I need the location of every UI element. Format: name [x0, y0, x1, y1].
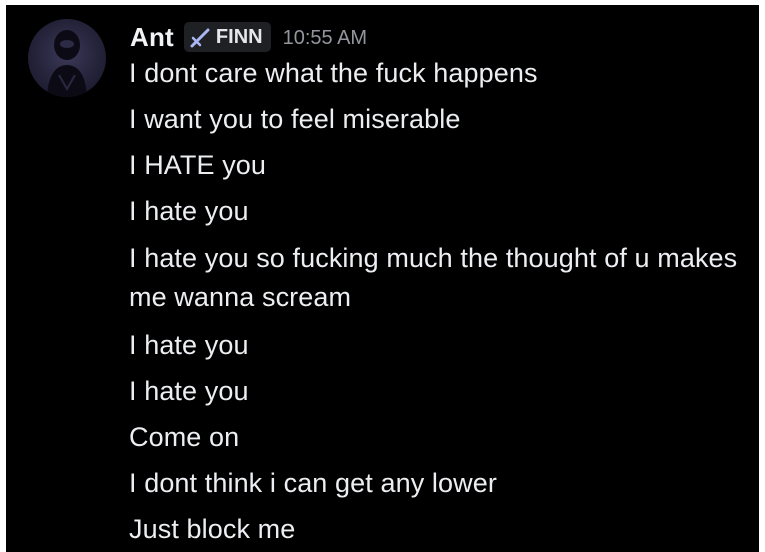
- avatar-icon: [47, 30, 87, 97]
- message-line: I want you to feel miserable: [129, 104, 461, 134]
- timestamp: 10:55 AM: [282, 27, 368, 49]
- message-line: I hate you: [129, 330, 249, 360]
- message-header: Ant FINN 10:55 AM: [130, 19, 367, 55]
- message-line: I hate you: [129, 376, 249, 406]
- username[interactable]: Ant: [130, 22, 174, 53]
- server-tag[interactable]: FINN: [183, 22, 271, 52]
- message-line: I dont care what the fuck happens: [129, 58, 538, 88]
- message-line: Come on: [129, 422, 240, 452]
- message-line: I hate you so fucking much the thought o…: [129, 243, 738, 312]
- server-tag-label: FINN: [215, 25, 263, 48]
- message-line: I hate you: [129, 196, 249, 226]
- sword-icon: [190, 26, 212, 48]
- chat-message-area: Ant FINN 10:55 AM I dont care what the f…: [6, 5, 759, 552]
- message-line: Just block me: [129, 514, 296, 544]
- avatar[interactable]: [28, 19, 106, 97]
- message-list: I dont care what the fuck happens I want…: [129, 55, 744, 552]
- message-line: I dont think i can get any lower: [129, 468, 497, 498]
- message-line: I HATE you: [129, 150, 267, 180]
